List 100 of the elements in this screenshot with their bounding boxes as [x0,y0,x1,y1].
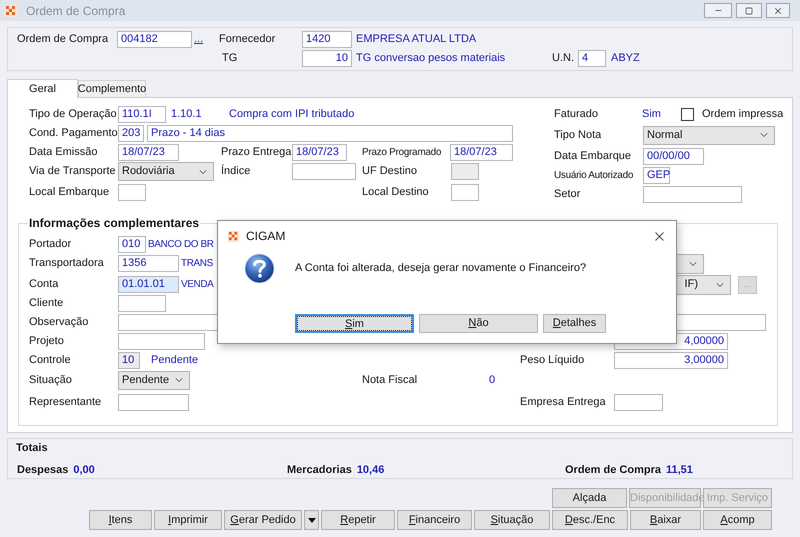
dialog-message: A Conta foi alterada, deseja gerar novamente o Financeiro? [295,261,588,276]
field-label: U.N. [552,51,575,66]
maximize-icon [745,6,753,14]
action-button[interactable]: Acomp [703,510,772,530]
close-button[interactable] [766,3,790,18]
action-button[interactable]: Financeiro [397,510,472,530]
logo-icon [5,4,17,16]
field-label: Transportadora [29,256,105,272]
maximize-button[interactable] [736,3,762,18]
dialog-button[interactable]: Não [419,314,538,332]
input-field[interactable]: GEP [643,167,670,184]
field-label: Cliente [29,296,64,312]
input-field[interactable] [643,186,742,203]
value-text: Sim [642,107,662,122]
action-button[interactable]: Baixar [630,510,701,530]
action-button[interactable]: Situação [474,510,550,530]
field-label: Tipo Nota [554,128,602,143]
value-text: TG conversao pesos materiais [356,51,506,66]
dropdown[interactable]: Pendente [118,370,190,390]
input-field[interactable] [118,333,205,350]
total-label: Mercadorias [287,462,352,478]
input-field[interactable]: Prazo - 14 dias [147,125,513,142]
input-field[interactable]: 18/07/23 [292,144,347,161]
action-button[interactable]: Gerar Pedido [224,510,302,530]
field-label: TG [222,51,238,66]
action-button[interactable]: Desc./Enc [552,510,628,530]
field-label: Fornecedor [219,32,276,48]
input-field[interactable]: 010 [118,236,146,253]
value-text: TRANS [181,257,213,271]
field-label: Nota Fiscal [362,372,418,388]
input-field[interactable]: 203 [118,125,144,142]
input-field[interactable]: 004182 [117,31,192,48]
input-field[interactable] [292,163,356,180]
field-label: Portador [29,237,72,252]
input-field[interactable]: 10 [302,50,352,67]
action-button[interactable]: Imprimir [154,510,222,530]
total-value: 11,51 [666,462,693,478]
tab[interactable]: Geral [7,79,78,98]
field-label: Data Embarque [554,149,632,164]
value-text: 1.10.1 [171,107,203,122]
input-field[interactable]: 01.01.01 [118,276,179,293]
field-label: Empresa Entrega [520,395,607,410]
input-field[interactable] [118,184,146,201]
action-button[interactable]: Alçada [552,488,627,508]
input-field[interactable]: 4 [578,50,606,67]
field-label: UF Destino [362,164,418,180]
dropdown[interactable]: Normal [643,126,775,144]
checkbox[interactable] [681,108,694,121]
tab[interactable]: Complemento [78,80,146,97]
field-label: Projeto [29,334,65,350]
value-text: ABYZ [611,51,640,66]
minimize-button[interactable] [704,3,732,18]
total-label: Despesas [17,462,68,478]
dropdown[interactable]: Rodoviária [118,162,214,181]
group-title: Informações complementares [28,215,200,232]
action-button[interactable]: Itens [89,510,152,530]
field-label: Prazo Entrega [221,145,292,160]
input-field[interactable]: 18/07/23 [118,144,179,161]
field-label: Conta [29,277,60,292]
field-label: Usuário Autorizado [554,169,634,183]
value-text: EMPRESA ATUAL LTDA [356,32,476,48]
total-label: Ordem de Compra [565,462,661,478]
field-label: Setor [554,187,582,202]
field-label: Faturado [554,107,600,122]
question-icon [244,253,275,284]
value-text: 0 [489,372,496,388]
value-text: VENDA [181,278,214,292]
field-label: Cond. Pagamento [29,126,118,142]
field-label: Tipo de Operação [29,107,118,122]
field-label: Local Embarque [29,185,110,200]
input-field[interactable] [451,184,479,201]
dialog-button[interactable]: Sim [295,314,414,332]
input-field[interactable] [118,394,189,411]
field-label: Peso Líquido [520,353,586,368]
value-text: Compra com IPI tributado [229,107,354,122]
input-field[interactable]: 3,00000 [614,352,728,369]
action-button[interactable]: Repetir [321,510,395,530]
field-label: Data Emissão [29,145,98,160]
field-label: Índice [221,164,252,180]
field-label: Via de Transporte [29,164,117,180]
input-field[interactable]: 18/07/23 [450,144,513,161]
lookup-link[interactable]: ... [192,31,219,48]
total-value: 10,46 [356,462,384,478]
input-field[interactable]: 1420 [302,31,352,48]
dropdown-button[interactable] [304,510,319,530]
field-label: Local Destino [362,185,430,200]
input-field[interactable]: 10 [118,352,140,369]
totals-title: Totais [16,441,49,456]
input-field[interactable]: 1356 [118,255,179,272]
field-label: Observação [29,315,90,330]
input-field[interactable]: 110.1I [118,106,166,123]
input-field[interactable]: 00/00/00 [643,148,704,165]
value-text: Pendente [151,353,198,368]
close-icon [773,6,783,16]
input-field[interactable] [614,394,663,411]
field-label: Controle [29,353,72,368]
input-field[interactable] [118,295,166,312]
caret-icon [308,518,316,522]
field-label: Ordem impressa [702,107,784,122]
dialog-button[interactable]: Detalhes [543,314,606,332]
